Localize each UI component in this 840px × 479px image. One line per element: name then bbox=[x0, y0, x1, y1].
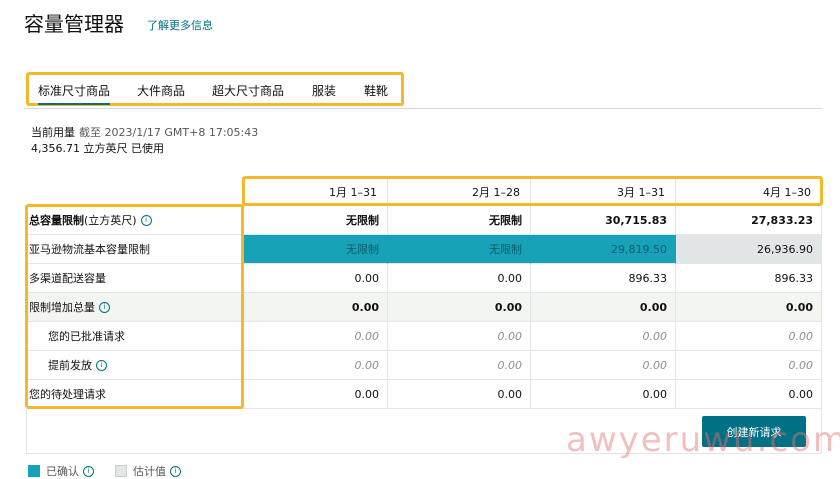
table-cell-estimated: 26,936.90 bbox=[676, 235, 822, 264]
table-cell-confirmed: 无限制 bbox=[388, 235, 531, 264]
tab-large-items[interactable]: 大件商品 bbox=[137, 82, 185, 99]
table-cell: 无限制 bbox=[242, 206, 388, 235]
info-icon[interactable]: i bbox=[83, 465, 94, 477]
table-cell: 896.33 bbox=[676, 264, 822, 293]
table-cell: 0.00 bbox=[388, 380, 531, 409]
usage-timestamp: 截至 2023/1/17 GMT+8 17:05:43 bbox=[79, 126, 259, 139]
table-cell: 0.00 bbox=[676, 351, 822, 380]
table-cell: 30,715.83 bbox=[531, 206, 676, 235]
table-cell-confirmed: 无限制 bbox=[242, 235, 388, 264]
table-cell: 0.00 bbox=[531, 293, 676, 322]
current-usage-label: 当前用量 截至 2023/1/17 GMT+8 17:05:43 bbox=[31, 124, 258, 140]
tab-standard-size[interactable]: 标准尺寸商品 bbox=[38, 82, 111, 105]
table-cell: 0.00 bbox=[242, 322, 388, 351]
legend-estimated: 估计值 i bbox=[115, 463, 181, 479]
tab-bar: 标准尺寸商品 大件商品 超大尺寸商品 服装 鞋靴 bbox=[24, 72, 822, 109]
table-cell: 0.00 bbox=[676, 293, 822, 322]
table-cell: 0.00 bbox=[531, 351, 676, 380]
table-cell: 0.00 bbox=[242, 264, 388, 293]
table-cell: 0.00 bbox=[388, 322, 531, 351]
usage-value: 4,356.71 立方英尺 已使用 bbox=[31, 142, 164, 155]
info-icon[interactable]: i bbox=[170, 465, 181, 477]
tab-oversize[interactable]: 超大尺寸商品 bbox=[212, 82, 284, 99]
table-cell: 0.00 bbox=[388, 264, 531, 293]
table-cell: 0.00 bbox=[388, 293, 531, 322]
table-cell: 无限制 bbox=[388, 206, 531, 235]
tab-apparel[interactable]: 服装 bbox=[312, 82, 336, 99]
watermark: awyeruwu.com bbox=[566, 420, 840, 460]
estimated-swatch bbox=[115, 465, 127, 477]
table-cell: 0.00 bbox=[242, 351, 388, 380]
row-labels-highlight-outline bbox=[25, 204, 244, 409]
learn-more-link[interactable]: 了解更多信息 bbox=[147, 17, 213, 33]
table-cell: 0.00 bbox=[676, 322, 822, 351]
legend-confirmed: 已确认 i bbox=[28, 463, 94, 479]
tab-footwear[interactable]: 鞋靴 bbox=[364, 82, 388, 99]
usage-title: 当前用量 bbox=[31, 126, 75, 139]
page-title: 容量管理器 bbox=[24, 12, 124, 36]
table-cell: 0.00 bbox=[531, 322, 676, 351]
table-cell: 27,833.23 bbox=[676, 206, 822, 235]
table-cell: 0.00 bbox=[531, 380, 676, 409]
table-cell: 896.33 bbox=[531, 264, 676, 293]
legend-estimated-label: 估计值 bbox=[133, 465, 166, 478]
legend-confirmed-label: 已确认 bbox=[46, 465, 79, 478]
table-cell-confirmed: 29,819.50 bbox=[531, 235, 676, 264]
table-cell: 0.00 bbox=[242, 293, 388, 322]
table-cell: 0.00 bbox=[388, 351, 531, 380]
table-cell: 0.00 bbox=[242, 380, 388, 409]
column-headers-highlight-outline bbox=[242, 176, 823, 206]
confirmed-swatch bbox=[28, 465, 40, 477]
table-cell: 0.00 bbox=[676, 380, 822, 409]
